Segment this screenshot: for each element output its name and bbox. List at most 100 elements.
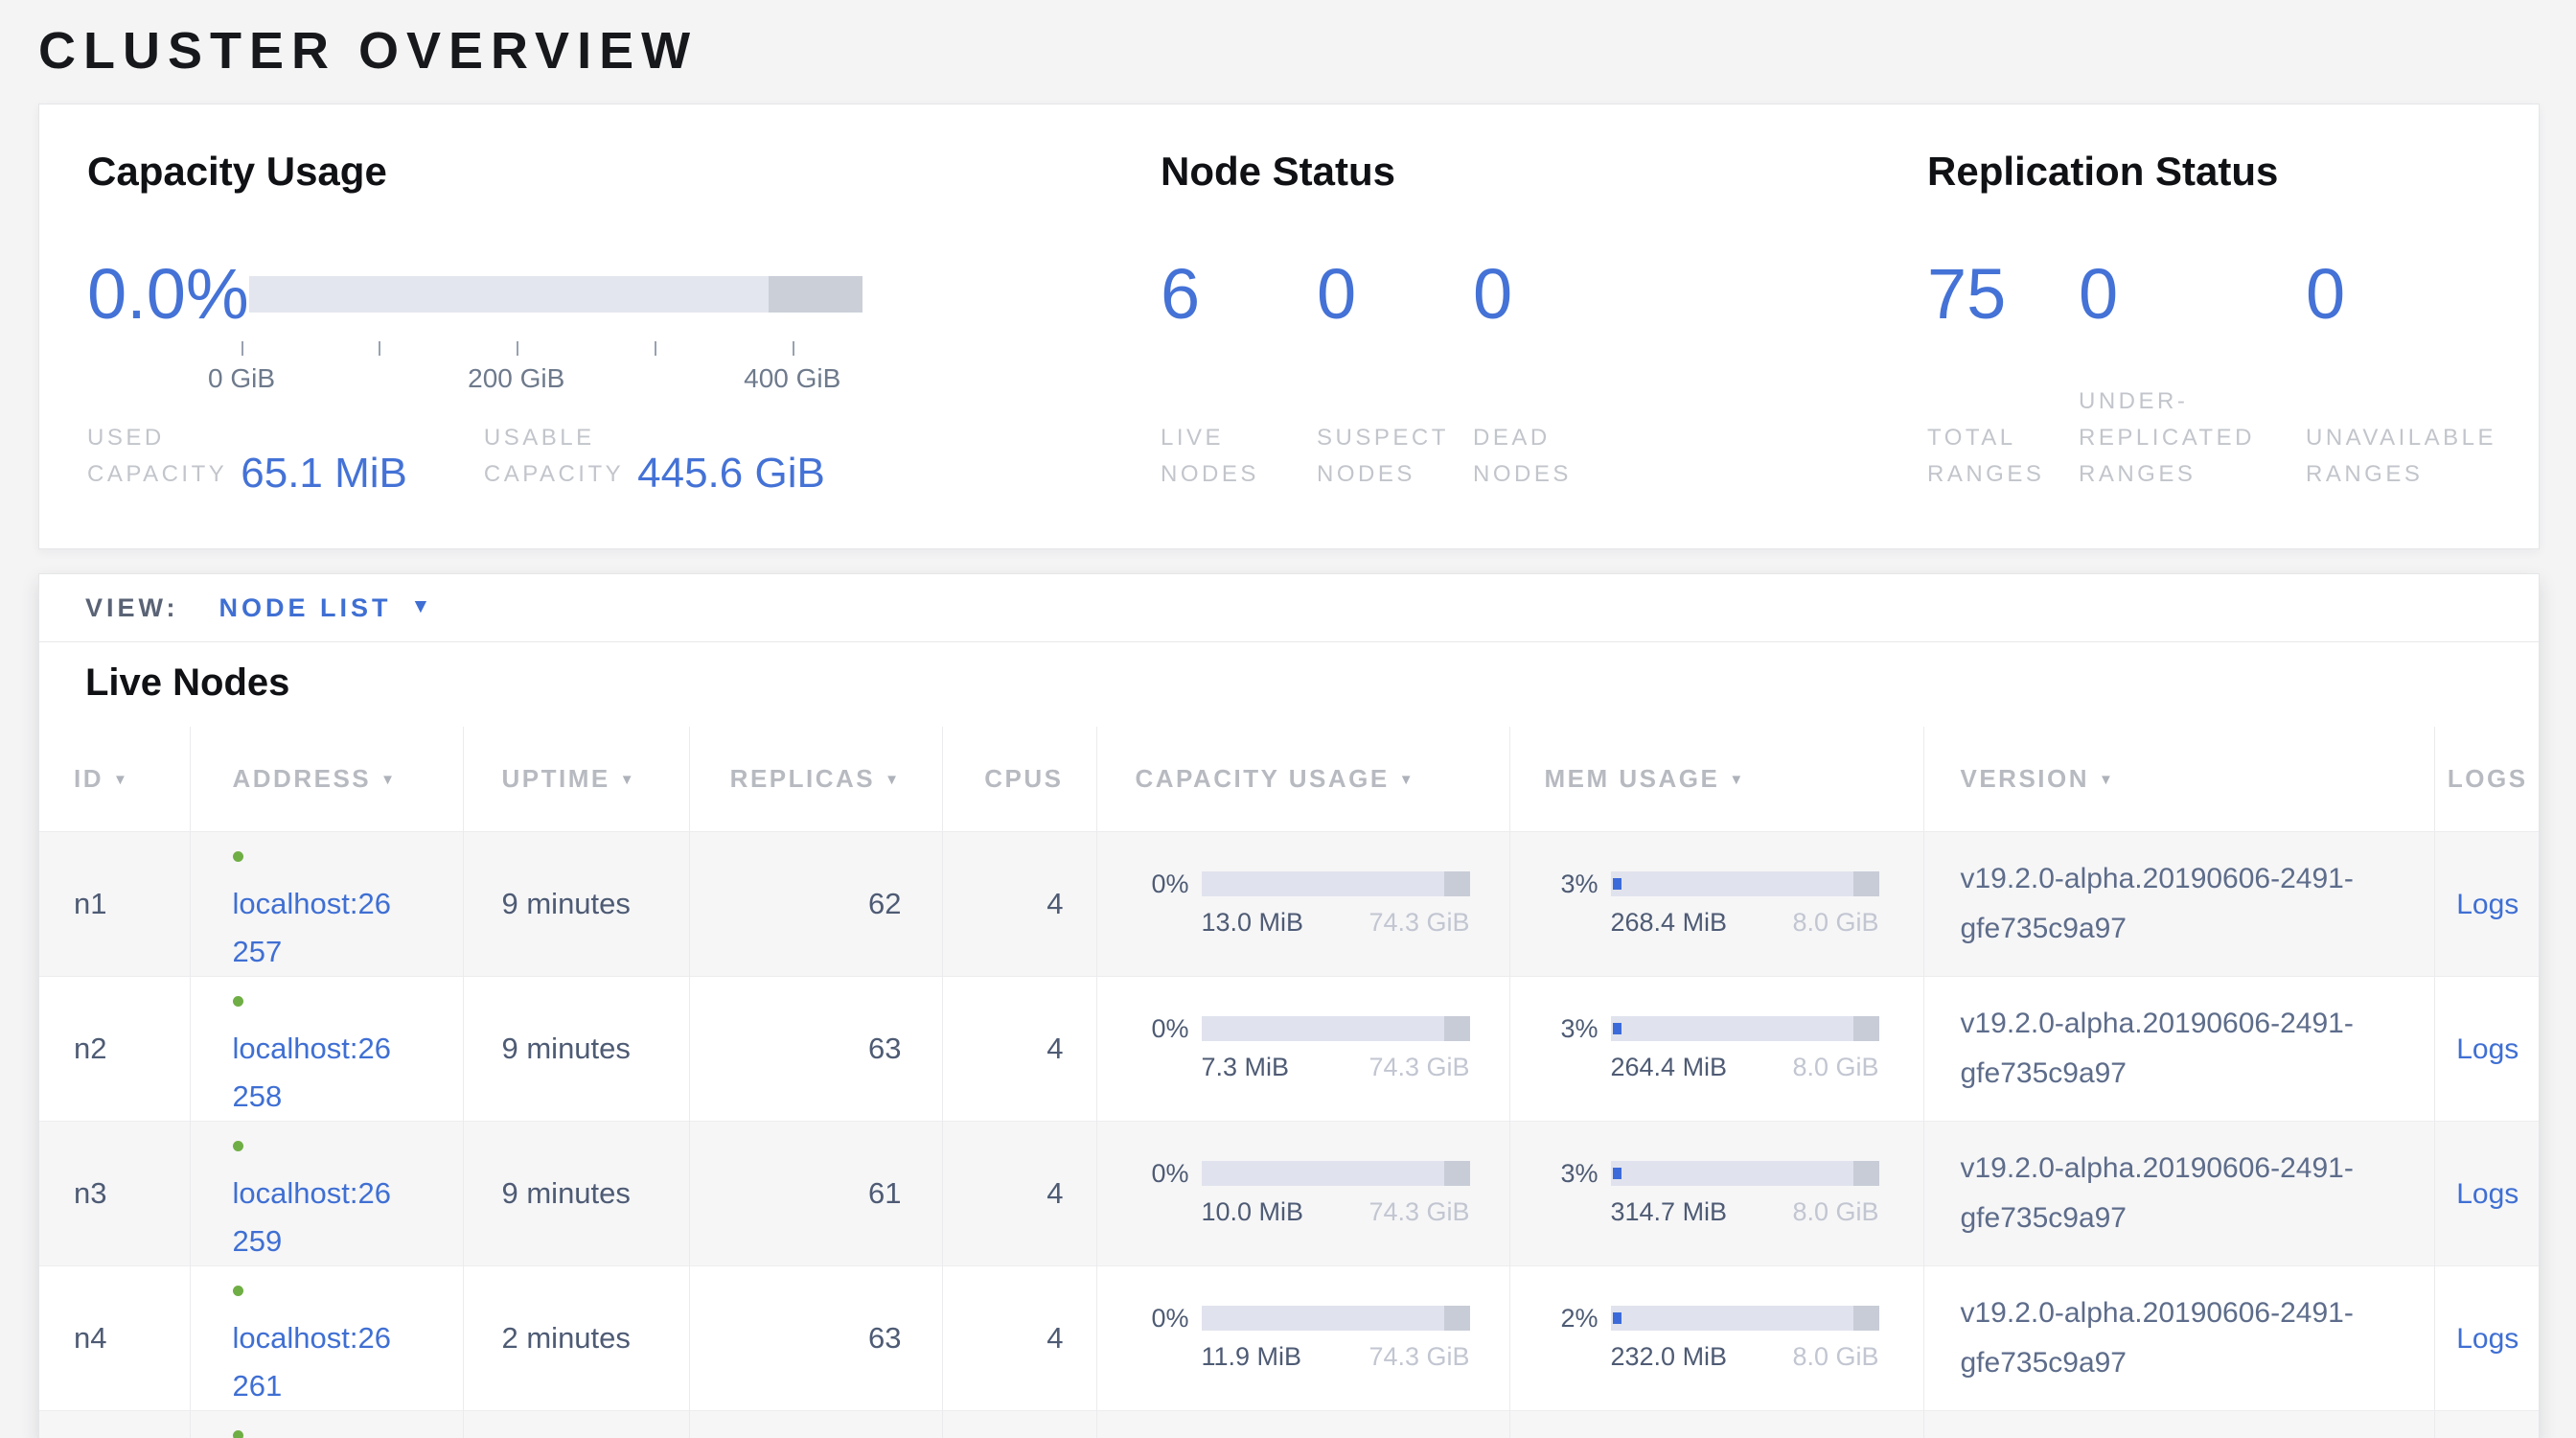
dead-nodes-value: 0 — [1473, 258, 1572, 331]
node-mem-usage-bar — [1611, 871, 1879, 896]
gauge-tick — [517, 341, 518, 356]
capacity-gauge-track — [249, 276, 862, 313]
suspect-nodes-value: 0 — [1317, 258, 1473, 331]
node-mem-usage-bar-fill — [1613, 878, 1622, 890]
view-selector-dropdown[interactable]: NODE LIST ▼ — [219, 593, 435, 623]
node-mem-usage-total-value: 8.0 GiB — [1792, 1053, 1878, 1081]
used-capacity-label-line1: USED — [87, 420, 227, 456]
live-nodes-stat: 6 LIVE NODES — [1161, 195, 1317, 548]
live-nodes-tbody: n1localhost:262579 minutes6240%13.0 MiB7… — [39, 831, 2540, 1438]
column-header-id[interactable]: ID▼ — [39, 727, 190, 831]
page-title: CLUSTER OVERVIEW — [38, 21, 2540, 81]
node-mem-usage-cell: 3%264.4 MiB8.0 GiB — [1509, 976, 1923, 1121]
node-uptime-cell: 9 minutes — [463, 976, 689, 1121]
live-nodes-heading: Live Nodes — [85, 661, 2539, 705]
column-header-capacity-usage[interactable]: CAPACITY USAGE▼ — [1096, 727, 1509, 831]
node-live-status-icon — [233, 1141, 243, 1151]
column-header-logs: LOGS — [2434, 727, 2540, 831]
capacity-gauge-row: 0.0% — [87, 258, 1161, 331]
dead-nodes-label-line1: DEAD — [1473, 420, 1572, 456]
node-uptime-cell: 9 minutes — [463, 1410, 689, 1438]
node-capacity-usage-percent: 0% — [1136, 1306, 1189, 1331]
column-header-uptime[interactable]: UPTIME▼ — [463, 727, 689, 831]
capacity-gauge-axis: 0 GiB200 GiB400 GiB — [242, 331, 855, 398]
node-address-link[interactable]: localhost:26257 — [233, 887, 391, 968]
node-capacity-usage-bar — [1202, 1161, 1470, 1186]
node-capacity-usage-total-value: 74.3 GiB — [1368, 1053, 1469, 1081]
node-capacity-usage-bar — [1202, 1306, 1470, 1331]
node-uptime-cell: 9 minutes — [463, 1121, 689, 1265]
node-replicas-cell: 63 — [689, 1265, 942, 1410]
node-mem-usage-used-value: 314.7 MiB — [1611, 1197, 1728, 1226]
live-nodes-label-line2: NODES — [1161, 456, 1317, 493]
node-logs-link[interactable]: Logs — [2456, 889, 2518, 920]
usable-capacity-label-line2: CAPACITY — [484, 456, 624, 493]
live-nodes-title-row: Live Nodes — [39, 642, 2539, 727]
node-capacity-usage-cell: 0%10.0 MiB74.3 GiB — [1096, 1121, 1509, 1265]
column-header-replicas[interactable]: REPLICAS▼ — [689, 727, 942, 831]
table-row: n3localhost:262599 minutes6140%10.0 MiB7… — [39, 1121, 2540, 1265]
column-header-mem-usage[interactable]: MEM USAGE▼ — [1509, 727, 1923, 831]
node-mem-usage-used-value: 268.4 MiB — [1611, 908, 1728, 937]
node-mem-usage-bar — [1611, 1306, 1879, 1331]
replication-status-heading: Replication Status — [1927, 149, 2539, 195]
live-nodes-table: ID▼ ADDRESS▼ UPTIME▼ REPLICAS▼ CPUS CAPA… — [39, 727, 2540, 1438]
table-header-row: ID▼ ADDRESS▼ UPTIME▼ REPLICAS▼ CPUS CAPA… — [39, 727, 2540, 831]
node-capacity-usage-cell: 0%7.3 MiB74.3 GiB — [1096, 976, 1509, 1121]
node-address-link[interactable]: localhost:26261 — [233, 1321, 391, 1403]
node-logs-cell: Logs — [2434, 976, 2540, 1121]
node-capacity-usage-bar-reserved-segment — [1444, 1161, 1469, 1186]
gauge-tick — [655, 341, 656, 356]
node-address-link[interactable]: localhost:26258 — [233, 1032, 391, 1113]
usable-capacity-stat: USABLE CAPACITY 445.6 GiB — [484, 420, 825, 493]
under-replicated-label-line2: REPLICATED — [2079, 420, 2306, 456]
node-status-heading: Node Status — [1161, 149, 1927, 195]
gauge-tick — [379, 341, 380, 356]
node-capacity-usage-percent: 0% — [1136, 1016, 1189, 1041]
node-capacity-usage-bar — [1202, 1016, 1470, 1041]
node-status-section: Node Status 6 LIVE NODES 0 SUSPECT NODES — [1161, 149, 1927, 548]
usable-capacity-label-line1: USABLE — [484, 420, 624, 456]
node-logs-link[interactable]: Logs — [2456, 1323, 2518, 1355]
node-mem-usage-bar-fill — [1613, 1168, 1622, 1179]
node-logs-link[interactable]: Logs — [2456, 1178, 2518, 1210]
column-header-version[interactable]: VERSION▼ — [1923, 727, 2434, 831]
node-address-cell: localhost:26257 — [190, 831, 463, 976]
suspect-nodes-label-line2: NODES — [1317, 456, 1473, 493]
node-version-cell: v19.2.0-alpha.20190606-2491-gfe735c9a97 — [1923, 1265, 2434, 1410]
node-mem-usage-percent: 3% — [1545, 871, 1598, 896]
node-version-cell: v19.2.0-alpha.20190606-2491-gfe735c9a97 — [1923, 976, 2434, 1121]
node-version-cell: v19.2.0-alpha.20190606-2491-gfe735c9a97 — [1923, 1410, 2434, 1438]
column-header-address[interactable]: ADDRESS▼ — [190, 727, 463, 831]
gauge-tick-label: 0 GiB — [208, 363, 275, 394]
used-capacity-stat: USED CAPACITY 65.1 MiB — [87, 420, 407, 493]
node-capacity-usage-total-value: 74.3 GiB — [1368, 1197, 1469, 1226]
node-mem-usage-bar — [1611, 1016, 1879, 1041]
gauge-tick-label: 400 GiB — [744, 363, 840, 394]
node-id-cell: n5 — [39, 1410, 190, 1438]
node-uptime-cell: 2 minutes — [463, 1265, 689, 1410]
capacity-stats-row: USED CAPACITY 65.1 MiB USABLE CAPACITY 4… — [87, 420, 1161, 548]
under-replicated-ranges-stat: 0 UNDER- REPLICATED RANGES — [2079, 195, 2306, 548]
node-cpus-cell: 4 — [942, 1265, 1096, 1410]
node-address-link[interactable]: localhost:26259 — [233, 1176, 391, 1258]
node-logs-cell: Logs — [2434, 1410, 2540, 1438]
node-address-cell: localhost:26258 — [190, 976, 463, 1121]
node-capacity-usage-bar-reserved-segment — [1444, 871, 1469, 896]
unavailable-ranges-stat: 0 UNAVAILABLE RANGES — [2306, 195, 2496, 548]
replication-status-section: Replication Status 75 TOTAL RANGES 0 UND… — [1927, 149, 2539, 548]
used-capacity-value: 65.1 MiB — [241, 452, 407, 495]
node-logs-cell: Logs — [2434, 1121, 2540, 1265]
gauge-tick — [242, 341, 243, 356]
node-capacity-usage-cell: 0%13.0 MiB74.3 GiB — [1096, 831, 1509, 976]
table-row: n2localhost:262589 minutes6340%7.3 MiB74… — [39, 976, 2540, 1121]
node-cpus-cell: 4 — [942, 1410, 1096, 1438]
gauge-tick — [793, 341, 794, 356]
node-id-cell: n2 — [39, 976, 190, 1121]
node-version-cell: v19.2.0-alpha.20190606-2491-gfe735c9a97 — [1923, 1121, 2434, 1265]
node-mem-usage-bar-reserved-segment — [1853, 1161, 1878, 1186]
total-ranges-stat: 75 TOTAL RANGES — [1927, 195, 2079, 548]
total-ranges-label-line2: RANGES — [1927, 456, 2079, 493]
node-logs-link[interactable]: Logs — [2456, 1033, 2518, 1065]
unavailable-ranges-label-line1: UNAVAILABLE — [2306, 420, 2496, 456]
